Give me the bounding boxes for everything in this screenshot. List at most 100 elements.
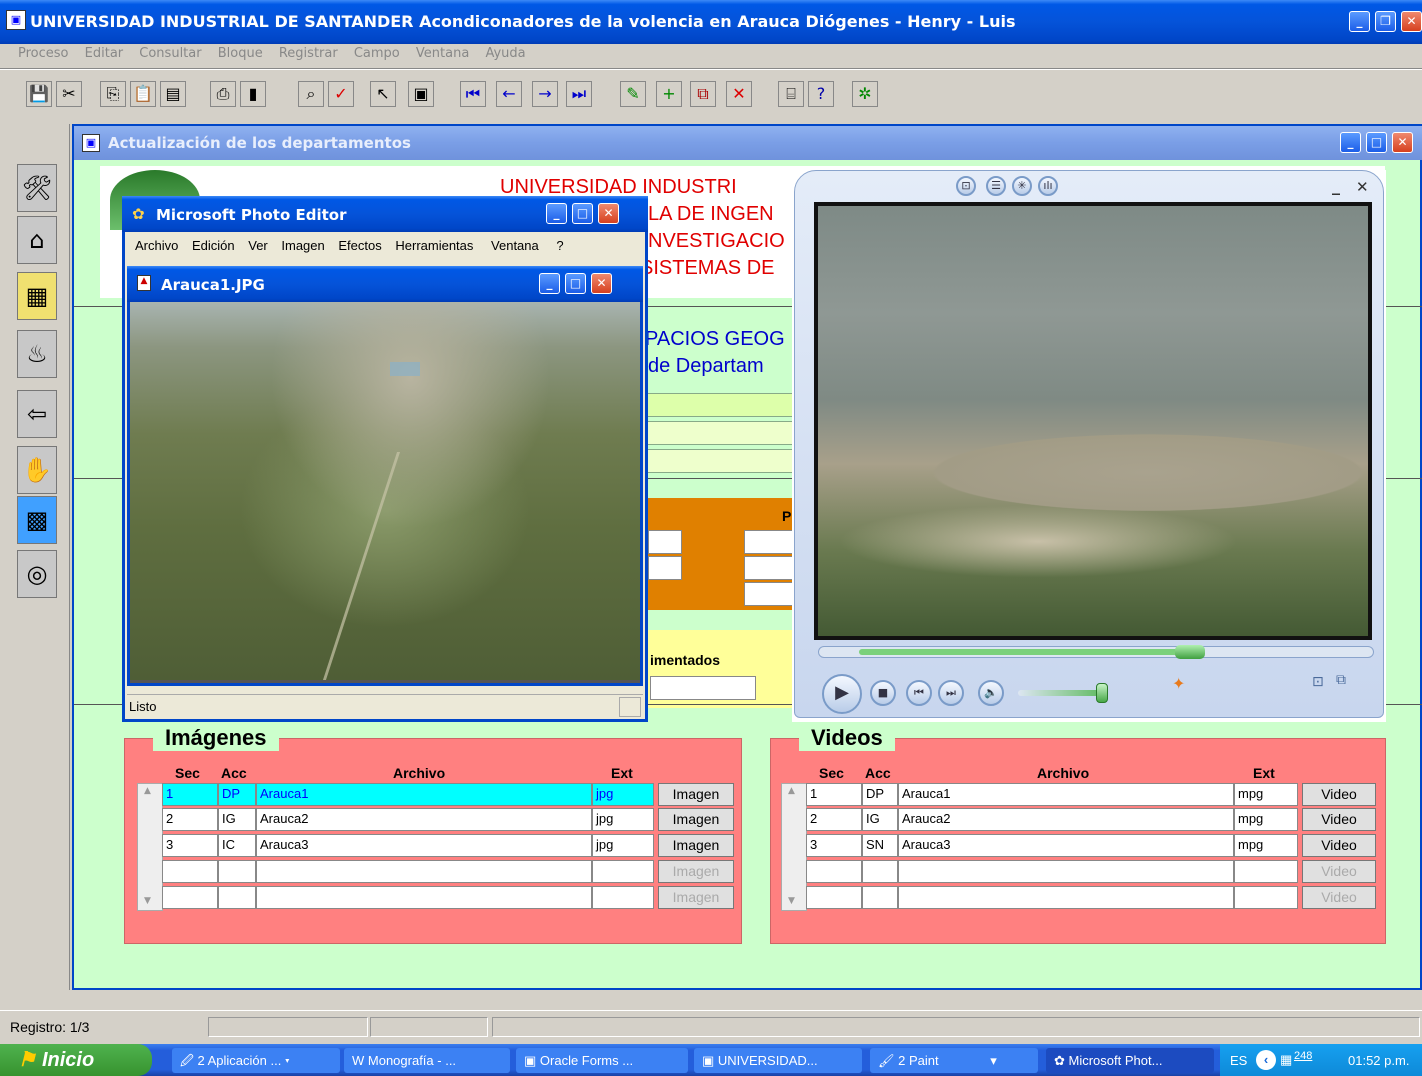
cd-icon[interactable]: ◎ xyxy=(17,550,57,598)
wmp-seek-bar[interactable] xyxy=(818,645,1374,659)
menu-ayuda[interactable]: Ayuda xyxy=(485,46,525,61)
photo-document-maximize-button[interactable]: □ xyxy=(565,273,586,294)
videos-ext[interactable]: mpg xyxy=(1234,783,1298,806)
imagenes-archivo[interactable] xyxy=(256,860,592,883)
house-icon[interactable]: ⌂ xyxy=(17,216,57,264)
fire-icon[interactable]: ♨ xyxy=(17,330,57,378)
form-close-button[interactable]: ✕ xyxy=(1392,132,1413,153)
imagenes-scrollbar[interactable]: ▲ ▼ xyxy=(137,783,163,911)
imagenes-ext[interactable]: jpg xyxy=(592,808,654,831)
menu-consultar[interactable]: Consultar xyxy=(139,46,201,61)
imagenes-ext[interactable] xyxy=(592,886,654,909)
imagenes-ext[interactable] xyxy=(592,860,654,883)
wmp-playlist-icon[interactable]: ☰ xyxy=(986,176,1006,196)
menu-campo[interactable]: Campo xyxy=(354,46,400,61)
imagen-button[interactable]: Imagen xyxy=(658,834,734,857)
paste-icon[interactable]: 📋 xyxy=(130,81,156,107)
imagenes-acc[interactable]: DP xyxy=(218,783,256,806)
videos-sec[interactable]: 1 xyxy=(806,783,862,806)
wmp-play-button[interactable]: ▶ xyxy=(822,674,862,714)
photo-document-minimize-button[interactable]: _ xyxy=(539,273,560,294)
video-button[interactable]: Video xyxy=(1302,886,1376,909)
last-record-icon[interactable]: ⏭ xyxy=(566,81,592,107)
import-tool-icon[interactable]: 🛠 xyxy=(17,164,57,212)
imagen-button[interactable]: Imagen xyxy=(658,886,734,909)
handshake-icon[interactable]: ✋ xyxy=(17,446,57,494)
imagenes-ext[interactable]: jpg xyxy=(592,783,654,806)
app-restore-button[interactable]: ❐ xyxy=(1375,11,1396,32)
orange-field-1[interactable] xyxy=(648,530,682,554)
duplicate-icon[interactable]: ⧉ xyxy=(690,81,716,107)
imagenes-archivo[interactable]: Arauca2 xyxy=(256,808,592,831)
video-button[interactable]: Video xyxy=(1302,860,1376,883)
imagen-button[interactable]: Imagen xyxy=(658,783,734,806)
imagen-button[interactable]: Imagen xyxy=(658,860,734,883)
wmp-skin-icon[interactable]: ⧉ xyxy=(1336,672,1346,688)
imagenes-ext[interactable]: jpg xyxy=(592,834,654,857)
wmp-volume-thumb[interactable] xyxy=(1096,683,1108,703)
photo-editor-maximize-button[interactable]: □ xyxy=(572,203,593,224)
yellow-field[interactable] xyxy=(650,676,756,700)
imagenes-acc[interactable] xyxy=(218,886,256,909)
picture-icon[interactable]: ▩ xyxy=(17,496,57,544)
next-record-icon[interactable]: → xyxy=(532,81,558,107)
green-field-1[interactable] xyxy=(645,393,795,417)
taskbar-item-monografia[interactable]: W Monografía - ... xyxy=(344,1048,510,1073)
videos-archivo[interactable] xyxy=(898,860,1234,883)
form-title-bar[interactable]: ▣ Actualización de los departamentos _ □… xyxy=(74,126,1422,160)
videos-sec[interactable] xyxy=(806,860,862,883)
imagenes-sec[interactable] xyxy=(162,860,218,883)
taskbar-item-photo-editor[interactable]: ✿ Microsoft Phot... xyxy=(1046,1048,1214,1073)
wmp-mute-button[interactable]: 🔈 xyxy=(978,680,1004,706)
green-field-3[interactable] xyxy=(645,449,795,473)
first-record-icon[interactable]: ⏮ xyxy=(460,81,486,107)
insert-record-icon[interactable]: + xyxy=(656,81,682,107)
copy-icon[interactable]: ⎘ xyxy=(100,81,126,107)
taskbar-item-universidad[interactable]: ▣ UNIVERSIDAD... xyxy=(694,1048,862,1073)
video-button[interactable]: Video xyxy=(1302,783,1376,806)
scroll-up-icon[interactable]: ▲ xyxy=(788,786,795,796)
videos-sec[interactable]: 3 xyxy=(806,834,862,857)
query-icon[interactable]: ⌸ xyxy=(778,81,804,107)
wmp-previous-button[interactable]: ⏮ xyxy=(906,680,932,706)
scroll-down-icon[interactable]: ▼ xyxy=(144,896,151,906)
imagen-button[interactable]: Imagen xyxy=(658,808,734,831)
cut-icon[interactable]: ✂ xyxy=(56,81,82,107)
exit-icon[interactable]: ▮ xyxy=(240,81,266,107)
clear-icon[interactable]: ▤ xyxy=(160,81,186,107)
print-icon[interactable]: ⎙ xyxy=(210,81,236,107)
app-close-button[interactable]: ✕ xyxy=(1401,11,1422,32)
menu-editar[interactable]: Editar xyxy=(85,46,124,61)
menu-proceso[interactable]: Proceso xyxy=(18,46,69,61)
taskbar-item-oracle[interactable]: ▣ Oracle Forms ... xyxy=(516,1048,688,1073)
wmp-fullscreen-icon[interactable]: ⊡ xyxy=(1312,674,1324,690)
pe-menu-help[interactable]: ? xyxy=(556,238,563,253)
video-button[interactable]: Video xyxy=(1302,834,1376,857)
wmp-minimize-button[interactable]: _ xyxy=(1332,176,1340,195)
photo-document-title-bar[interactable]: ▲ Arauca1.JPG _ □ ✕ xyxy=(127,266,643,302)
orange-field-3[interactable] xyxy=(648,556,682,580)
videos-ext[interactable] xyxy=(1234,860,1298,883)
videos-ext[interactable]: mpg xyxy=(1234,834,1298,857)
green-field-2[interactable] xyxy=(645,421,795,445)
tray-app-icon[interactable]: ▦ xyxy=(1280,1052,1292,1068)
clipboard-icon[interactable]: ▣ xyxy=(408,81,434,107)
videos-acc[interactable] xyxy=(862,886,898,909)
wmp-eq-icon[interactable]: ılı xyxy=(1038,176,1058,196)
videos-sec[interactable]: 2 xyxy=(806,808,862,831)
wmp-stop-button[interactable]: ■ xyxy=(870,680,896,706)
imagenes-sec[interactable]: 1 xyxy=(162,783,218,806)
menu-registrar[interactable]: Registrar xyxy=(279,46,338,61)
videos-archivo[interactable] xyxy=(898,886,1234,909)
pointer-icon[interactable]: ↖ xyxy=(370,81,396,107)
find-icon[interactable]: ⌕ xyxy=(298,81,324,107)
map-icon[interactable]: ▦ xyxy=(17,272,57,320)
imagenes-archivo[interactable]: Arauca3 xyxy=(256,834,592,857)
pe-menu-ventana[interactable]: Ventana xyxy=(491,238,539,253)
menu-bloque[interactable]: Bloque xyxy=(218,46,263,61)
previous-record-icon[interactable]: ← xyxy=(496,81,522,107)
taskbar-item-aplicacion[interactable]: 🖉 2 Aplicación ... ▾ xyxy=(172,1048,340,1073)
exit-arrow-icon[interactable]: ⇦ xyxy=(17,390,57,438)
videos-archivo[interactable]: Arauca2 xyxy=(898,808,1234,831)
photo-document-close-button[interactable]: ✕ xyxy=(591,273,612,294)
